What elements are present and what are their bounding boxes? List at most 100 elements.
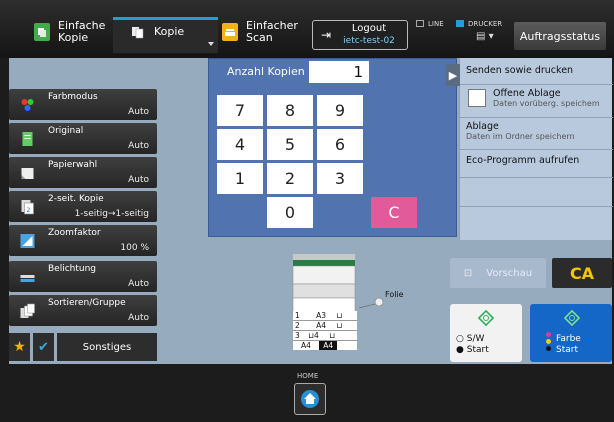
send-and-print-item[interactable]: Senden sowie drucken [466,65,612,76]
color-mode-button[interactable]: Farbmodus Auto [9,89,157,120]
setting-label: Papierwahl [48,160,98,170]
exposure-button[interactable]: Belichtung Auto [9,261,157,292]
key-0[interactable]: 0 [267,197,313,228]
key-3[interactable]: 3 [317,163,363,194]
start-diamond-icon [564,310,580,326]
original-icon [22,132,33,146]
setting-value: Auto [128,175,149,185]
job-status-button[interactable]: Auftragsstatus [514,22,606,50]
key-2[interactable]: 2 [267,163,313,194]
divider [460,149,613,150]
tray-2[interactable]: 2 A4 ⊔ [293,321,357,331]
tray-list[interactable]: 1 A3 ⊔ 2 A4 ⊔ 3 ⊔ 4 ⊔ A4 A4 [293,311,357,350]
key-7[interactable]: 7 [217,95,263,126]
tab-label: Scan [246,31,273,44]
tray-size: A4 [319,341,338,350]
key-5[interactable]: 5 [267,129,313,160]
key-8[interactable]: 8 [267,95,313,126]
printer-icon: ▤ ▾ [476,31,494,42]
bw-start-button[interactable]: ○ S/W ● Start [450,304,522,362]
tray-4[interactable]: A4 A4 [293,341,357,350]
favorite-button[interactable]: ★ [9,333,30,361]
printer-status[interactable]: DRUCKER ▤ ▾ [456,20,502,42]
tab-einfache-kopie[interactable]: Einfache Kopie [34,14,105,50]
start-label: Start [466,345,489,355]
bw-dot-icon: ● [456,345,464,355]
check-icon: ✔ [38,339,49,355]
duplex-icon: 2 [21,200,34,215]
bw-radio-icon: ○ [456,334,464,344]
paper-icon: ⊔ [336,311,343,320]
logout-label: Logout [351,23,387,34]
key-9[interactable]: 9 [317,95,363,126]
home-label: HOME [297,372,319,380]
start-label: Start [556,345,578,355]
color-label: Farbe [556,334,581,344]
copy-count-keypad: Anzahl Kopien 1 7 8 9 4 5 6 1 2 3 0 C [208,58,457,237]
setting-value: Auto [128,313,149,323]
chevron-down-icon[interactable] [208,42,214,46]
open-tray-label: Offene Ablage [493,88,561,99]
check-button[interactable]: ✔ [33,333,54,361]
setting-label: Belichtung [48,264,97,274]
color-mode-icon [21,99,34,111]
exposure-icon [20,275,35,282]
tray-3[interactable]: 3 ⊔4 ⊔ [293,331,357,341]
star-icon: ★ [13,339,26,355]
copy-count-label: Anzahl Kopien [227,65,305,78]
color-start-button[interactable]: Farbe Start [530,304,612,362]
key-1[interactable]: 1 [217,163,263,194]
setting-label: 2-seit. Kopie [48,194,104,204]
clear-all-button[interactable]: CA [552,258,612,288]
copy-count-display[interactable]: 1 [309,61,369,83]
home-button[interactable] [294,383,326,415]
duplex-copy-button[interactable]: 2 2-seit. Kopie 1-seitig→1-seitig [9,191,157,222]
open-tray-item[interactable]: Offene Ablage Daten vorüberg. speichem [466,88,612,108]
home-icon [301,390,319,408]
paper-icon [21,168,34,179]
zoom-button[interactable]: Zoomfaktor 100 % [9,225,157,256]
divider [460,117,613,118]
collapse-panel-icon[interactable]: ▶ [446,64,460,86]
eco-program-item[interactable]: Eco-Programm aufrufen [466,155,612,166]
store-item[interactable]: Ablage Daten im Ordner speichern [466,121,612,141]
bypass-tray-label[interactable]: Folie [385,290,404,299]
sort-group-button[interactable]: Sortieren/Gruppe Auto [9,295,157,326]
printer-indicator-icon [456,20,464,27]
original-button[interactable]: Original Auto [9,123,157,154]
logout-button[interactable]: ⇥ Logout ietc-test-02 [312,20,408,50]
store-sub: Daten im Ordner speichern [466,132,575,141]
clear-button[interactable]: C [371,197,417,228]
logout-icon: ⇥ [321,28,332,42]
paper-select-button[interactable]: Papierwahl Auto [9,157,157,188]
divider [460,177,613,178]
copy-icon [130,23,146,41]
line-status: LINE [416,20,444,28]
divider [460,206,613,207]
setting-value: 1-seitig→1-seitig [74,209,149,219]
paper-icon: ⊔ [336,321,343,330]
preview-icon: ⊡ [463,267,473,279]
key-6[interactable]: 6 [317,129,363,160]
divider [460,84,613,85]
open-tray-sub: Daten vorüberg. speichem [493,99,600,108]
tray-number: 2 [295,321,300,330]
main-area: Farbmodus Auto Original Auto Papierwahl … [9,58,613,364]
copy-icon [34,23,50,41]
setting-label: Original [48,126,84,136]
action-panel: ▶ Senden sowie drucken Offene Ablage Dat… [446,58,613,240]
tab-einfacher-scan[interactable]: Einfacher Scan [222,14,298,50]
tray-1[interactable]: 1 A3 ⊔ [293,311,357,321]
tab-kopie-label[interactable]: Kopie [130,14,184,50]
setting-label: Sortieren/Gruppe [48,298,126,308]
tray-number: 3 [295,331,300,340]
preview-button[interactable]: ⊡ Vorschau [450,258,546,288]
scan-icon [222,23,238,41]
key-4[interactable]: 4 [217,129,263,160]
tab-label: Kopie [58,31,89,44]
others-button[interactable]: Sonstiges [57,333,157,361]
top-bar: Einfache Kopie Kopie Einfacher Scan ⇥ Lo… [0,0,614,58]
setting-value: Auto [128,141,149,151]
color-dots-icon [546,332,552,351]
checkbox[interactable] [468,89,486,107]
